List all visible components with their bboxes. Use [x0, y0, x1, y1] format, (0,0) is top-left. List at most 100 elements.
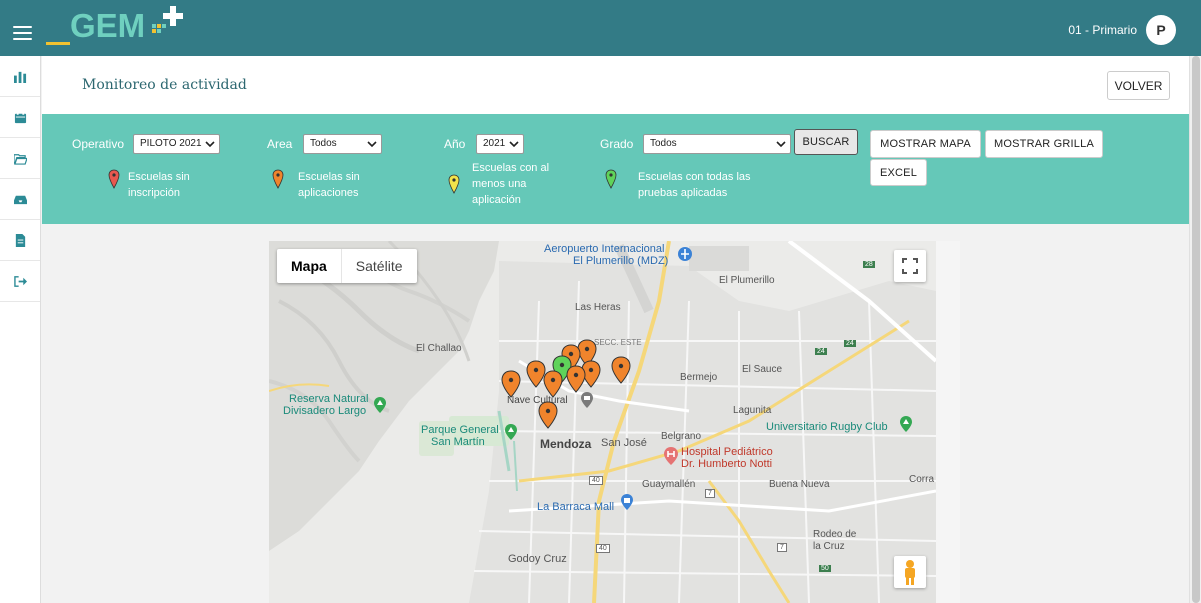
airport-icon — [678, 247, 692, 261]
legend-line: Escuelas con todas las — [638, 171, 751, 183]
map-label-hospital: Hospital Pediátrico — [681, 446, 773, 458]
route-shield: 7 — [777, 543, 787, 552]
route-shield: 7 — [705, 489, 715, 498]
hospital-pin-icon — [664, 447, 678, 465]
map-view[interactable]: Mapa Satélite Aeropuerto Internacional E… — [269, 241, 936, 603]
buscar-button[interactable]: BUSCAR — [794, 129, 858, 155]
park-pin-icon — [374, 397, 386, 413]
map-label-airport-code: El Plumerillo (MDZ) — [573, 255, 669, 267]
map-label-secc-este: SECC. ESTE — [594, 338, 642, 347]
map-label-el-challao: El Challao — [416, 343, 462, 354]
legend-sin-inscripcion: Escuelas sin inscripción — [108, 169, 190, 201]
fullscreen-button[interactable] — [894, 250, 926, 282]
excel-button[interactable]: EXCEL — [870, 159, 927, 186]
map-label-bermejo: Bermejo — [680, 372, 718, 383]
legend-line: aplicaciones — [298, 187, 359, 199]
map-label-godoy-cruz: Godoy Cruz — [508, 553, 567, 565]
legend-line: Escuelas sin — [128, 171, 190, 183]
legend-line: pruebas aplicadas — [638, 187, 728, 199]
area-label: Area — [267, 137, 293, 151]
sidebar — [0, 56, 41, 603]
legend-line: Escuelas sin — [298, 171, 360, 183]
map-pin-icon — [448, 174, 460, 194]
top-bar: GEM 01 - Primario P — [0, 0, 1201, 56]
inbox-icon — [13, 195, 27, 204]
map-label-nave-cultural: Nave Cultural — [507, 395, 568, 406]
sidebar-item-logout[interactable] — [0, 261, 40, 302]
map-label-la-cruz: la Cruz — [813, 541, 845, 552]
sidebar-item-calendar[interactable] — [0, 97, 40, 138]
sidebar-item-folder[interactable] — [0, 138, 40, 179]
legend-line: aplicación — [472, 194, 521, 206]
route-shield: 40 — [596, 544, 610, 553]
map-label-belgrano: Belgrano — [661, 431, 702, 442]
map-type-toggle[interactable]: Mapa Satélite — [277, 249, 417, 283]
volver-button[interactable]: VOLVER — [1107, 71, 1170, 100]
route-shield: 40 — [589, 476, 603, 485]
map-label-san-jose: San José — [601, 437, 647, 449]
map-label-rugby-club: Universitario Rugby Club — [766, 421, 888, 433]
chart-bars-icon — [13, 71, 26, 83]
title-bar: Monitoreo de actividad VOLVER — [42, 56, 1189, 114]
sidebar-item-inbox[interactable] — [0, 179, 40, 220]
chevron-down-icon — [776, 141, 786, 148]
sidebar-item-document[interactable] — [0, 220, 40, 261]
legend-al-menos-una: Escuelas con al menos una aplicación — [448, 160, 549, 208]
map-pin-icon — [108, 169, 120, 189]
map-label-airport: Aeropuerto Internacional — [544, 243, 665, 255]
mostrar-grilla-button[interactable]: MOSTRAR GRILLA — [985, 130, 1103, 158]
legend-line: menos una — [472, 178, 527, 190]
map-label-el-sauce: El Sauce — [742, 364, 783, 375]
sign-out-icon — [13, 275, 27, 287]
operativo-label: Operativo — [72, 137, 125, 151]
shopping-pin-icon — [621, 494, 633, 510]
map-label-la-barraca: La Barraca Mall — [537, 501, 615, 513]
map-label-buena-nueva: Buena Nueva — [769, 479, 830, 490]
legend-line: inscripción — [128, 187, 180, 199]
park-pin-icon — [900, 416, 912, 432]
pegman-icon — [905, 560, 915, 585]
map-label-divisadero: Divisadero Largo — [283, 405, 367, 417]
tab-satelite[interactable]: Satélite — [342, 249, 417, 283]
route-shield: 24 — [815, 348, 827, 355]
mostrar-mapa-button[interactable]: MOSTRAR MAPA — [870, 130, 981, 158]
area-select[interactable]: Todos — [303, 134, 382, 154]
anio-value: 2021 — [483, 138, 506, 149]
page-scrollbar[interactable] — [1189, 56, 1201, 603]
tab-mapa[interactable]: Mapa — [277, 249, 342, 283]
filter-panel: Operativo PILOTO 2021 Area Todos Año 202… — [42, 114, 1189, 224]
operativo-select[interactable]: PILOTO 2021 — [133, 134, 220, 154]
map-label-parque: Parque General — [421, 424, 499, 436]
legend-sin-aplicaciones: Escuelas sin aplicaciones — [272, 169, 360, 201]
folder-open-icon — [13, 153, 27, 165]
map-label-las-heras: Las Heras — [575, 302, 621, 313]
menu-icon[interactable] — [13, 26, 32, 40]
map-label-lagunita: Lagunita — [733, 405, 772, 416]
anio-label: Año — [444, 137, 466, 151]
legend-todas-aplicadas: Escuelas con todas las pruebas aplicadas — [605, 169, 751, 201]
chevron-down-icon — [509, 141, 519, 148]
calendar-icon — [14, 110, 26, 123]
map-label-reserva: Reserva Natural — [289, 393, 369, 405]
route-shield: 24 — [844, 340, 856, 347]
avatar[interactable]: P — [1146, 15, 1176, 45]
fullscreen-icon — [902, 258, 918, 274]
svg-text:GEM: GEM — [70, 7, 145, 44]
gem-logo: GEM — [46, 6, 183, 45]
sidebar-item-chart[interactable] — [0, 56, 40, 97]
area-value: Todos — [310, 138, 337, 149]
map-label-mendoza: Mendoza — [540, 437, 592, 451]
anio-select[interactable]: 2021 — [476, 134, 524, 154]
grado-select[interactable]: Todos — [643, 134, 791, 154]
legend-line: Escuelas con al — [472, 162, 550, 174]
map-pin-icon — [605, 169, 617, 189]
route-shield: 50 — [819, 565, 831, 572]
map-label-notti: Dr. Humberto Notti — [681, 458, 773, 470]
operativo-value: PILOTO 2021 — [140, 138, 202, 149]
museum-pin-icon — [581, 392, 593, 408]
street-view-button[interactable] — [894, 556, 926, 588]
route-shield: 28 — [863, 261, 875, 268]
chevron-down-icon — [205, 141, 215, 148]
scrollbar-thumb[interactable] — [1192, 56, 1200, 603]
map-label-san-martin: San Martín — [431, 436, 485, 448]
